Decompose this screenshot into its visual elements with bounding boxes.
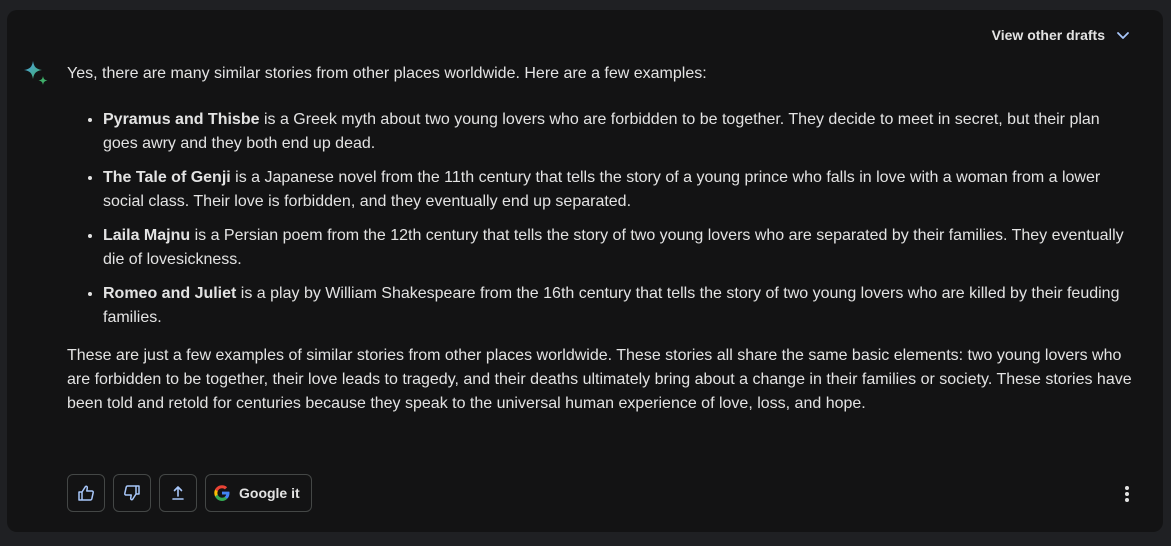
item-text: is a Japanese novel from the 11th centur… bbox=[103, 169, 1101, 210]
list-item: Laila Majnu is a Persian poem from the 1… bbox=[103, 224, 1132, 272]
examples-list: Pyramus and Thisbe is a Greek myth about… bbox=[67, 108, 1132, 330]
google-it-label: Google it bbox=[239, 485, 300, 501]
google-it-button[interactable]: Google it bbox=[205, 474, 312, 512]
thumbs-down-icon bbox=[124, 485, 140, 501]
item-text: is a play by William Shakespeare from th… bbox=[103, 285, 1120, 326]
chevron-down-icon bbox=[1117, 32, 1129, 39]
google-logo-icon bbox=[214, 485, 230, 501]
view-other-drafts-button[interactable]: View other drafts bbox=[992, 24, 1131, 46]
item-title: The Tale of Genji bbox=[103, 169, 231, 186]
response-card: View other drafts Yes, there are many si… bbox=[7, 10, 1163, 532]
item-title: Laila Majnu bbox=[103, 227, 191, 244]
list-item: The Tale of Genji is a Japanese novel fr… bbox=[103, 166, 1132, 214]
share-icon bbox=[172, 486, 184, 500]
more-vert-icon bbox=[1125, 486, 1129, 502]
item-text: is a Persian poem from the 12th century … bbox=[103, 227, 1124, 268]
item-title: Romeo and Juliet bbox=[103, 285, 237, 302]
thumbs-up-button[interactable] bbox=[67, 474, 105, 512]
response-actions: Google it bbox=[67, 474, 312, 512]
list-item: Pyramus and Thisbe is a Greek myth about… bbox=[103, 108, 1132, 156]
response-outro: These are just a few examples of similar… bbox=[67, 347, 1132, 412]
response-intro: Yes, there are many similar stories from… bbox=[67, 65, 707, 82]
response-body: Yes, there are many similar stories from… bbox=[67, 62, 1132, 416]
item-title: Pyramus and Thisbe bbox=[103, 111, 260, 128]
thumbs-up-icon bbox=[78, 485, 94, 501]
thumbs-down-button[interactable] bbox=[113, 474, 151, 512]
list-item: Romeo and Juliet is a play by William Sh… bbox=[103, 282, 1132, 330]
view-other-drafts-label: View other drafts bbox=[991, 27, 1105, 43]
more-options-button[interactable] bbox=[1115, 482, 1139, 506]
sparkle-icon bbox=[24, 61, 48, 85]
share-button[interactable] bbox=[159, 474, 197, 512]
